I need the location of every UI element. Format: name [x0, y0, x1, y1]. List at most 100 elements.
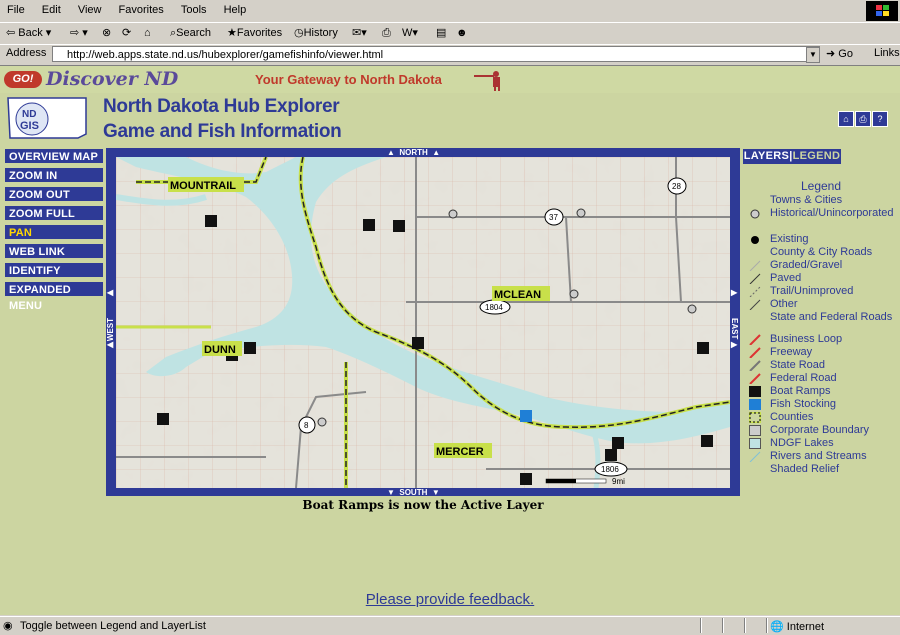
pan-east-arrow-icon-2[interactable]: ▶ [731, 340, 737, 349]
scale-label: 9mi [612, 477, 625, 486]
legend-federal-road: Federal Road [746, 372, 896, 385]
zoom-out-button[interactable]: ZOOM OUT [4, 186, 104, 202]
discover-nd-logo[interactable]: Discover ND [46, 68, 186, 90]
legend-paved: Paved [746, 272, 896, 285]
pan-east-arrow-icon[interactable]: ▶ [731, 288, 737, 297]
page-title-line2: Game and Fish Information [103, 121, 342, 142]
status-divider-3 [744, 618, 746, 633]
legend-heading-county-roads: County & City Roads [770, 246, 873, 258]
menu-edit[interactable]: Edit [35, 0, 68, 16]
map-frame: ▲ NORTH ▲ ▼ SOUTH ▼ ◀ WEST ◀ ▶ EAST ▶ 28… [106, 148, 740, 497]
discuss-icon[interactable]: ▤ [436, 25, 446, 41]
tab-legend[interactable]: LEGEND [793, 150, 841, 162]
refresh-icon[interactable]: ⟳ [122, 25, 131, 41]
url-field[interactable]: http://web.apps.state.nd.us/hubexplorer/… [52, 46, 820, 62]
help-icon[interactable]: ? [872, 111, 888, 127]
feedback-link[interactable]: Please provide feedback. [0, 591, 900, 608]
pan-west-arrow-icon[interactable]: ◀ [107, 288, 113, 297]
url-dropdown-icon[interactable]: ▼ [806, 47, 820, 63]
road-label-28: 28 [672, 182, 681, 191]
pan-west[interactable]: WEST [106, 318, 115, 341]
legend-other: Other [746, 298, 896, 311]
menu-view[interactable]: View [71, 0, 109, 16]
page-content: GO! Discover ND Your Gateway to North Da… [0, 66, 900, 615]
legend-corporate: Corporate Boundary [746, 424, 896, 437]
county-label-mclean: MCLEAN [494, 289, 541, 301]
print-icon[interactable]: ⎙ [855, 111, 871, 127]
go-button[interactable]: ➜ Go [826, 47, 853, 60]
lake-icon [749, 438, 761, 449]
legend-trail: Trail/Unimproved [746, 285, 896, 298]
menu-favorites[interactable]: Favorites [112, 0, 171, 16]
menu-file[interactable]: File [0, 0, 32, 16]
status-divider-4 [766, 618, 768, 633]
history-icon: ◷ [294, 27, 304, 39]
map-canvas[interactable]: 28 37 1804 8 1806 MOUNTRAIL MCLEAN DUNN … [116, 157, 730, 488]
pan-south[interactable]: ▼ SOUTH ▼ [387, 488, 440, 497]
legend-existing: Existing [746, 233, 896, 246]
gateway-tagline: Your Gateway to North Dakota [255, 72, 442, 87]
home-icon[interactable]: ⌂ [144, 25, 151, 41]
links-button[interactable]: Links [874, 47, 900, 59]
other-road-icon [749, 299, 761, 310]
go-button-banner[interactable]: GO! [4, 71, 42, 88]
home-icon[interactable]: ⌂ [838, 111, 854, 127]
menu-tools[interactable]: Tools [174, 0, 214, 16]
tab-layers[interactable]: LAYERS [744, 150, 789, 162]
security-zone: 🌐 Internet [770, 621, 825, 633]
messenger-icon[interactable]: ☻ [456, 25, 468, 41]
address-bar: Address http://web.apps.state.nd.us/hube… [0, 44, 900, 66]
legend-shaded: Shaded Relief [770, 463, 840, 475]
state-road-icon [749, 360, 761, 371]
legend-rivers: Rivers and Streams [746, 450, 896, 463]
edit-icon[interactable]: W▾ [402, 25, 418, 41]
history-button[interactable]: ◷History [294, 25, 338, 41]
mail-icon[interactable]: ✉▾ [352, 25, 367, 41]
site-banner: GO! Discover ND Your Gateway to North Da… [0, 66, 900, 93]
business-loop-icon [749, 334, 761, 345]
legend-heading-towns: Towns & Cities [770, 194, 843, 206]
boat-ramp-icon [749, 386, 761, 397]
pan-north[interactable]: ▲ NORTH ▲ [387, 148, 440, 157]
freeway-icon [749, 347, 761, 358]
zoom-full-button[interactable]: ZOOM FULL [4, 205, 104, 221]
overview-map-button[interactable]: OVERVIEW MAP [4, 148, 104, 164]
river-icon [749, 451, 761, 462]
back-button[interactable]: ⇦ Back ▾ [6, 25, 51, 41]
forward-button[interactable]: ⇨ ▾ [70, 25, 88, 41]
menu-help[interactable]: Help [217, 0, 254, 16]
favorites-button[interactable]: ★Favorites [227, 25, 282, 41]
fish-stocking-icon [749, 399, 761, 410]
legend-historical: Historical/Unincorporated [746, 207, 896, 233]
road-label-1806: 1806 [601, 465, 619, 474]
legend-fish-stocking: Fish Stocking [746, 398, 896, 411]
browser-toolbar: ⇦ Back ▾ ⇨ ▾ ⊗ ⟳ ⌂ ⌕Search ★Favorites ◷H… [0, 22, 900, 45]
search-button[interactable]: ⌕Search [170, 25, 211, 41]
road-label-1804: 1804 [485, 303, 503, 312]
stop-icon[interactable]: ⊗ [102, 25, 111, 41]
zoom-in-button[interactable]: ZOOM IN [4, 167, 104, 183]
forward-arrow-icon: ⇨ ▾ [70, 27, 88, 39]
identify-button[interactable]: IDENTIFY [4, 262, 104, 278]
address-label: Address [6, 47, 47, 59]
county-label-dunn: DUNN [204, 344, 236, 356]
layers-legend-tabs: LAYERS|LEGEND [743, 149, 841, 164]
hunter-icon [474, 71, 500, 91]
svg-text:ND: ND [22, 109, 36, 120]
road-label-8: 8 [304, 421, 309, 430]
legend-counties: Counties [746, 411, 896, 424]
back-arrow-icon: ⇦ [6, 27, 16, 39]
pan-button[interactable]: PAN [4, 224, 104, 240]
expanded-menu-button[interactable]: EXPANDED MENU [4, 281, 104, 312]
legend-panel: Legend Towns & Cities Historical/Unincor… [746, 179, 896, 476]
page-title-line1: North Dakota Hub Explorer [103, 96, 340, 117]
pan-east[interactable]: EAST [730, 318, 739, 339]
web-link-button[interactable]: WEB LINK [4, 243, 104, 259]
legend-heading-state-fed: State and Federal Roads [770, 311, 893, 323]
pan-west-arrow-icon-2[interactable]: ◀ [107, 340, 113, 349]
road-label-37: 37 [549, 213, 558, 222]
legend-state-road: State Road [746, 359, 896, 372]
federal-road-icon [749, 373, 761, 384]
map-image[interactable]: 28 37 1804 8 1806 MOUNTRAIL MCLEAN DUNN … [116, 157, 730, 488]
print-icon[interactable]: ⎙ [382, 25, 391, 41]
